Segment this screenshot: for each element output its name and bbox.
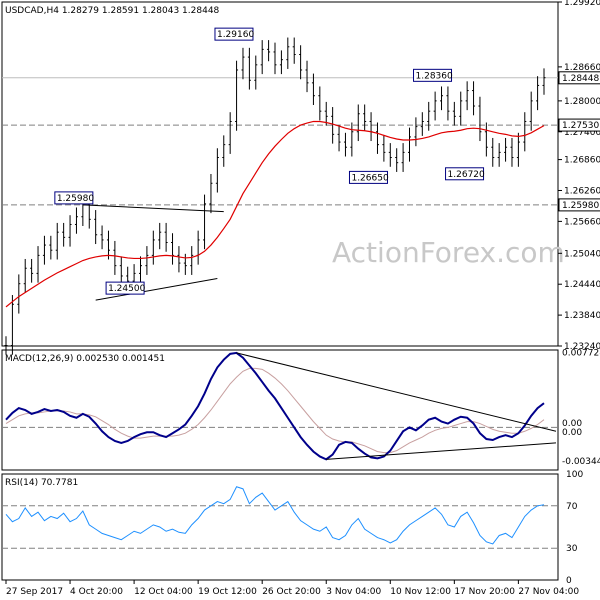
x-tick-label: 10 Nov 12:00 [390, 587, 451, 597]
price-y-tick-label: 1.23840 [564, 311, 600, 321]
x-tick-label: 3 Nov 04:00 [326, 587, 381, 597]
price-y-tick-label: 1.29920 [564, 0, 600, 8]
price-level-label: 1.27530 [562, 121, 599, 131]
price-annotation-label: 1.26650 [351, 173, 388, 183]
rsi-title: RSI(14) 70.7781 [5, 478, 78, 488]
price-y-tick-label: 1.26260 [564, 186, 600, 196]
price-annotation-label: 1.24500 [108, 284, 145, 294]
price-annotation-label: 1.29160 [217, 30, 254, 40]
x-tick-label: 27 Sep 2017 [6, 587, 63, 597]
rsi-y-tick-label: 0 [566, 576, 572, 586]
price-y-tick-label: 1.25040 [564, 249, 600, 259]
price-annotation-label: 1.26720 [448, 170, 485, 180]
price-y-tick-label: 1.24440 [564, 280, 600, 290]
watermark: ActionForex.com [332, 236, 565, 269]
x-tick-label: 17 Nov 20:00 [454, 587, 515, 597]
x-tick-label: 4 Oct 20:00 [70, 587, 123, 597]
price-annotation-label: 1.28360 [416, 71, 453, 81]
current-price-label: 1.28448 [562, 74, 599, 84]
x-tick-label: 27 Nov 04:00 [518, 587, 579, 597]
price-level-label: 1.25980 [562, 201, 599, 211]
price-chart-title: USDCAD,H4 1.28279 1.28591 1.28043 1.2844… [5, 6, 220, 16]
price-y-tick-label: 1.26860 [564, 156, 600, 166]
chart-canvas: ActionForex.com USDCAD,H4 1.28279 1.2859… [0, 0, 600, 600]
price-y-tick-label: 1.28000 [564, 97, 600, 107]
x-tick-label: 12 Oct 04:00 [134, 587, 193, 597]
macd-y-tick-label: 0.007728 [562, 349, 600, 359]
rsi-y-tick-label: 100 [566, 470, 583, 480]
price-annotation-label: 1.25980 [57, 194, 94, 204]
macd-title: MACD(12,26,9) 0.002530 0.001451 [5, 354, 165, 364]
rsi-y-tick-label: 30 [566, 544, 578, 554]
rsi-y-tick-label: 70 [566, 502, 578, 512]
x-tick-label: 19 Oct 12:00 [198, 587, 257, 597]
price-y-tick-label: 1.25660 [564, 217, 600, 227]
x-tick-label: 26 Oct 20:00 [262, 587, 321, 597]
macd-y-tick-label: 0.00 [562, 428, 582, 438]
macd-y-tick-label: -0.003448 [562, 457, 600, 467]
